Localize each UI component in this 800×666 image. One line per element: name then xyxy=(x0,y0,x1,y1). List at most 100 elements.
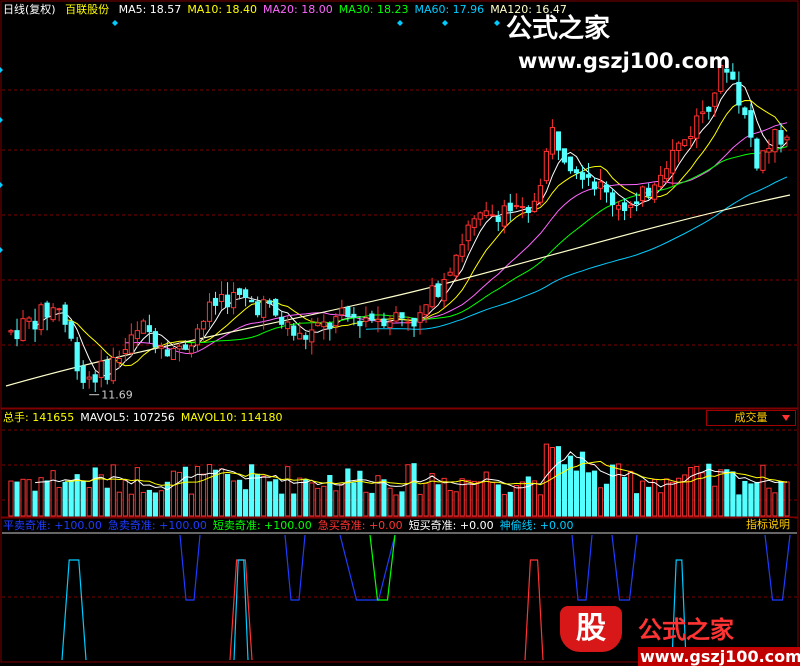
volume-bar-108 xyxy=(658,492,664,517)
candle-body-85 xyxy=(519,206,525,209)
candle-body-70 xyxy=(429,285,435,308)
chart-mode-label[interactable]: 日线(复权) xyxy=(3,3,56,16)
candle-body-14 xyxy=(92,374,98,383)
volume-bar-63 xyxy=(387,487,393,517)
candle-body-104 xyxy=(634,201,640,205)
candle-body-122 xyxy=(742,107,748,116)
volume-dropdown-icon[interactable] xyxy=(782,415,790,421)
candle-body-107 xyxy=(652,184,658,200)
watermark-site-name: 公式之家 xyxy=(506,14,611,44)
candle-body-67 xyxy=(411,317,417,327)
spike-blue-1 xyxy=(179,534,201,601)
indicator-help-button[interactable]: 指标说明 xyxy=(742,518,794,532)
volume-bar-71 xyxy=(435,484,441,517)
spike-red-1 xyxy=(229,559,253,661)
candle-body-41 xyxy=(255,301,261,316)
candle-body-40 xyxy=(249,299,255,303)
candle-body-17 xyxy=(110,357,116,382)
candle-body-101 xyxy=(615,205,622,210)
volume-bar-62 xyxy=(381,479,387,517)
volume-bar-88 xyxy=(537,494,543,517)
volume-bar-129 xyxy=(784,481,790,517)
candle-body-98 xyxy=(597,181,604,189)
candle-body-116 xyxy=(706,106,712,112)
indicator-label-2: 短卖奇准: +100.00 xyxy=(212,519,312,532)
volume-bar-46 xyxy=(285,466,291,517)
candle-body-114 xyxy=(694,115,700,139)
volume-bar-120 xyxy=(730,471,736,517)
volume-bar-45 xyxy=(279,493,285,517)
candle-body-112 xyxy=(682,139,688,146)
volume-bar-24 xyxy=(152,492,158,517)
candle-body-24 xyxy=(152,331,158,348)
volume-bar-37 xyxy=(230,480,237,517)
indicator-label-1: 急卖奇准: +100.00 xyxy=(107,519,207,532)
candle-body-15 xyxy=(98,360,104,378)
candle-body-65 xyxy=(399,312,405,319)
candle-body-110 xyxy=(670,149,676,174)
candle-body-86 xyxy=(525,207,531,213)
candle-body-0 xyxy=(8,330,14,333)
volume-bar-78 xyxy=(477,481,483,517)
volume-label-0: 总手: 141655 xyxy=(3,411,75,424)
candle-body-117 xyxy=(712,92,718,107)
candle-body-111 xyxy=(676,142,682,151)
volume-bar-123 xyxy=(748,483,754,517)
spike-blue-2 xyxy=(284,534,306,601)
candle-body-79 xyxy=(483,210,489,216)
volume-bar-4 xyxy=(32,490,38,517)
volume-bar-9 xyxy=(62,481,68,517)
candle-body-35 xyxy=(218,293,225,302)
candle-body-125 xyxy=(760,150,766,171)
mavol5-line xyxy=(35,451,788,491)
candle-body-38 xyxy=(236,288,243,295)
volume-bar-5 xyxy=(38,477,44,517)
volume-bar-34 xyxy=(212,469,219,517)
volume-bar-77 xyxy=(471,480,477,517)
candle-body-84 xyxy=(513,205,519,208)
volume-bar-44 xyxy=(273,479,279,517)
volume-bar-26 xyxy=(164,481,171,517)
candle-body-32 xyxy=(200,320,207,330)
candle-body-63 xyxy=(387,321,393,329)
volume-bar-122 xyxy=(742,480,748,517)
candle-body-37 xyxy=(230,291,237,309)
low-price-label: 11.69 xyxy=(101,389,133,402)
volume-bar-17 xyxy=(110,464,116,517)
candle-body-88 xyxy=(537,185,543,203)
ma5-line xyxy=(34,82,788,377)
candle-body-89 xyxy=(543,150,549,182)
volume-bar-128 xyxy=(778,480,784,517)
volume-bar-115 xyxy=(700,472,706,517)
candle-body-48 xyxy=(297,332,303,340)
candle-body-18 xyxy=(116,358,122,363)
candle-body-83 xyxy=(507,202,513,212)
volume-bar-33 xyxy=(206,464,213,517)
volume-bar-3 xyxy=(26,479,32,517)
candle-body-6 xyxy=(44,302,50,318)
volume-bar-91 xyxy=(555,446,562,517)
volume-bar-12 xyxy=(80,480,86,517)
candle-body-129 xyxy=(784,136,790,141)
candle-body-31 xyxy=(194,328,201,346)
candle-body-61 xyxy=(375,318,381,322)
volume-bar-13 xyxy=(86,487,92,517)
volume-bar-58 xyxy=(357,470,363,517)
candle-body-74 xyxy=(453,254,459,277)
candle-body-126 xyxy=(766,147,772,153)
volume-bar-95 xyxy=(579,451,586,517)
volume-bar-81 xyxy=(495,484,501,517)
candle-body-11 xyxy=(74,342,80,372)
volume-bar-96 xyxy=(585,472,592,517)
candle-body-52 xyxy=(321,321,327,328)
candle-body-87 xyxy=(531,200,537,213)
candle-body-21 xyxy=(134,330,140,340)
candle-body-28 xyxy=(176,345,183,350)
volume-bar-119 xyxy=(724,469,730,517)
candle-body-36 xyxy=(224,294,231,308)
candle-body-7 xyxy=(50,307,56,321)
indicator-label-3: 急买奇准: +0.00 xyxy=(317,519,403,532)
volume-bar-80 xyxy=(489,481,495,517)
volume-bar-82 xyxy=(501,493,507,517)
volume-bar-84 xyxy=(513,485,519,517)
